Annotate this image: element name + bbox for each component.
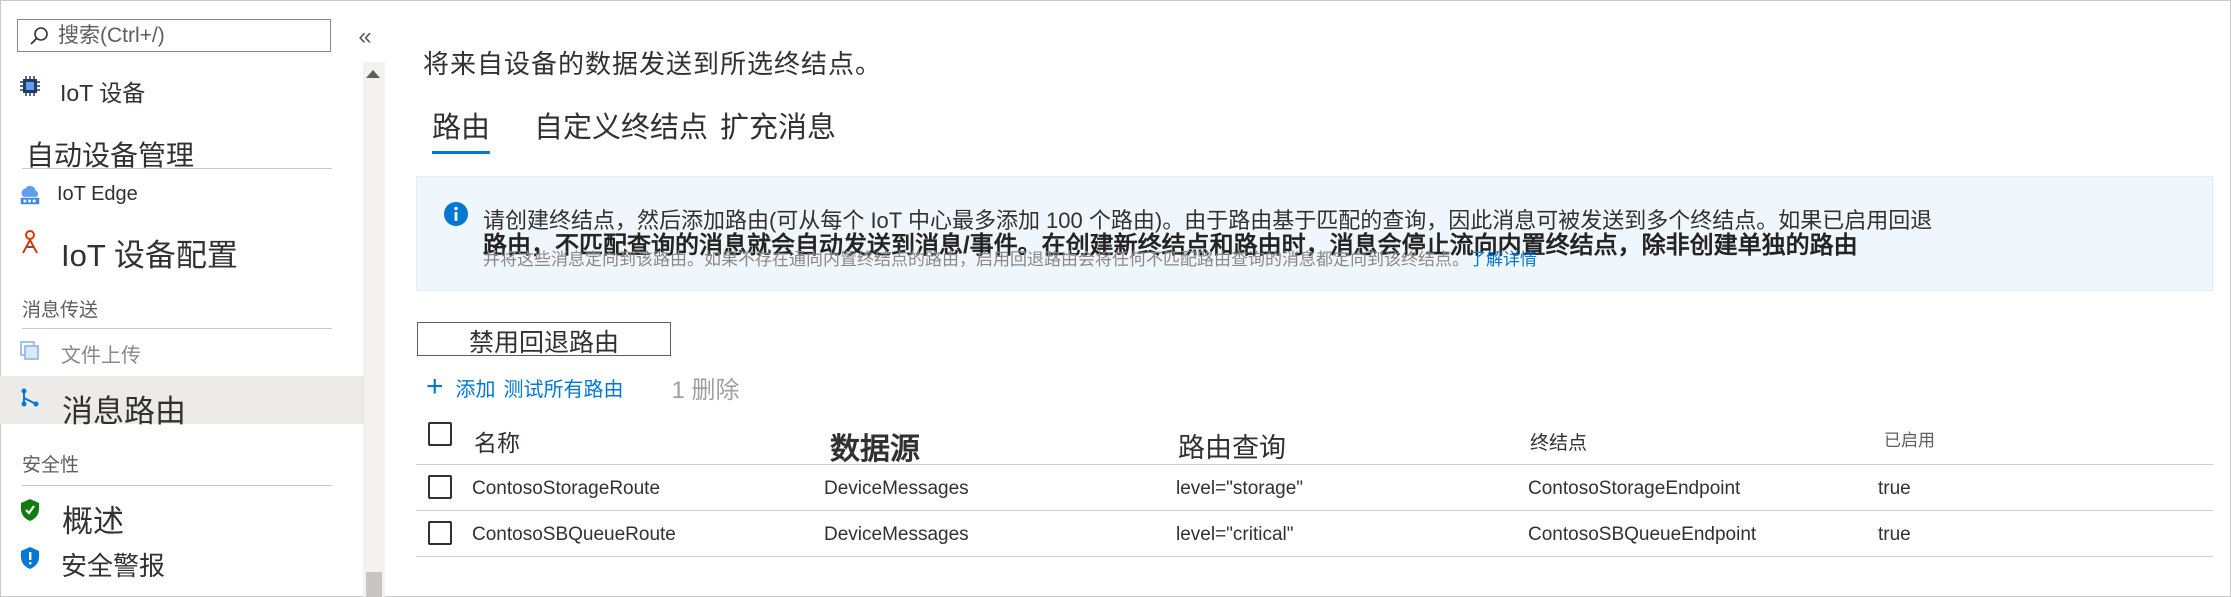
table-row[interactable]: ContosoStorageRoute DeviceMessages level… (416, 465, 2213, 511)
row-checkbox[interactable] (428, 475, 452, 499)
info-icon (443, 201, 469, 232)
scroll-up-icon[interactable] (366, 70, 380, 78)
section-divider (22, 485, 332, 486)
sidebar-item-iot-device-config[interactable]: IoT 设备配置 (0, 230, 365, 273)
column-header-query[interactable]: 路由查询 (1178, 426, 1286, 465)
cloud-edge-icon (18, 183, 42, 207)
cell-source: DeviceMessages (824, 524, 969, 545)
cell-query: level="critical" (1176, 524, 1294, 545)
sidebar-item-label: IoT 设备 (60, 80, 146, 106)
message-routing-icon (18, 386, 42, 410)
cell-endpoint: ContosoStorageEndpoint (1528, 478, 1741, 499)
add-button[interactable]: + 添加 (426, 370, 496, 403)
info-text-line3-body: 并将这些消息定向到该路由。如果不存在通向内置终结点的路由，启用回退路由会将任何不… (483, 250, 1469, 269)
search-input[interactable] (54, 23, 318, 48)
section-divider (22, 168, 332, 169)
cell-name[interactable]: ContosoStorageRoute (472, 478, 660, 500)
sidebar-item-file-upload[interactable]: 文件上传 (0, 339, 365, 369)
sidebar-item-label: 文件上传 (61, 345, 141, 367)
section-heading-security: 安全性 (22, 455, 80, 476)
delete-button: 1 删除 (671, 376, 740, 404)
sidebar-item-label: IoT Edge (57, 183, 138, 205)
search-box[interactable] (17, 19, 331, 52)
cell-query: level="storage" (1176, 478, 1304, 499)
disable-fallback-route-button[interactable]: 禁用回退路由 (417, 322, 671, 357)
cell-enabled: true (1878, 478, 1911, 499)
tab-custom-endpoints[interactable]: 自定义终结点 (534, 104, 708, 154)
info-text-line3: 并将这些消息定向到该路由。如果不存在通向内置终结点的路由，启用回退路由会将任何不… (483, 245, 1537, 270)
cell-source: DeviceMessages (824, 478, 969, 499)
section-heading-messaging: 消息传送 (22, 300, 99, 321)
device-config-icon (18, 230, 42, 254)
column-header-name[interactable]: 名称 (474, 424, 520, 458)
chip-icon (18, 74, 42, 98)
command-bar: + 添加 测试所有路由 1 删除 (426, 370, 788, 404)
tab-routes[interactable]: 路由 (432, 104, 491, 154)
row-checkbox[interactable] (428, 521, 452, 545)
table-row[interactable]: ContosoSBQueueRoute DeviceMessages level… (416, 511, 2213, 557)
cell-endpoint: ContosoSBQueueEndpoint (1528, 524, 1757, 545)
shield-alert-icon (18, 546, 42, 570)
sidebar: « IoT 设备 自动设备管理 IoT Edge IoT 设备配置 消息传送 文… (0, 0, 385, 597)
file-upload-icon (18, 339, 42, 363)
search-icon (24, 21, 54, 51)
routes-table: 名称 数据源 路由查询 终结点 已启用 ContosoStorageRoute … (416, 414, 2213, 557)
tab-bar: 路由 自定义终结点 扩充消息 (432, 104, 880, 154)
plus-icon: + (426, 370, 444, 403)
collapse-sidebar-button[interactable]: « (352, 22, 378, 52)
page-intro: 将来自设备的数据发送到所选终结点。 (423, 49, 883, 79)
sidebar-item-label: 安全警报 (61, 551, 166, 581)
sidebar-item-message-routing[interactable]: 消息路由 (0, 376, 365, 429)
sidebar-item-security-alerts[interactable]: 安全警报 (0, 546, 365, 581)
sidebar-item-iot-devices[interactable]: IoT 设备 (0, 74, 365, 106)
shield-check-icon (18, 498, 42, 522)
column-header-enabled[interactable]: 已启用 (1884, 426, 1935, 451)
sidebar-item-label: IoT 设备配置 (61, 238, 238, 273)
add-button-label: 添加 (455, 378, 496, 401)
section-divider (22, 328, 332, 329)
sidebar-item-label: 消息路由 (62, 394, 186, 429)
info-banner: 请创建终结点，然后添加路由(可从每个 IoT 中心最多添加 100 个路由)。由… (416, 176, 2213, 291)
sidebar-item-label: 概述 (62, 504, 124, 539)
tab-enrich-messages[interactable]: 扩充消息 (720, 104, 836, 154)
column-header-endpoint[interactable]: 终结点 (1530, 428, 1587, 455)
select-all-checkbox[interactable] (428, 422, 452, 446)
sidebar-scrollbar[interactable] (363, 62, 385, 597)
sidebar-item-overview[interactable]: 概述 (0, 496, 365, 539)
learn-more-link[interactable]: 了解详情 (1469, 250, 1537, 269)
test-all-routes-button[interactable]: 测试所有路由 (504, 373, 624, 402)
cell-enabled: true (1878, 524, 1911, 545)
scroll-thumb[interactable] (366, 572, 382, 597)
sidebar-item-iot-edge[interactable]: IoT Edge (0, 183, 365, 213)
column-header-source[interactable]: 数据源 (830, 424, 920, 468)
table-header-row: 名称 数据源 路由查询 终结点 已启用 (416, 414, 2213, 468)
cell-name[interactable]: ContosoSBQueueRoute (472, 524, 676, 546)
